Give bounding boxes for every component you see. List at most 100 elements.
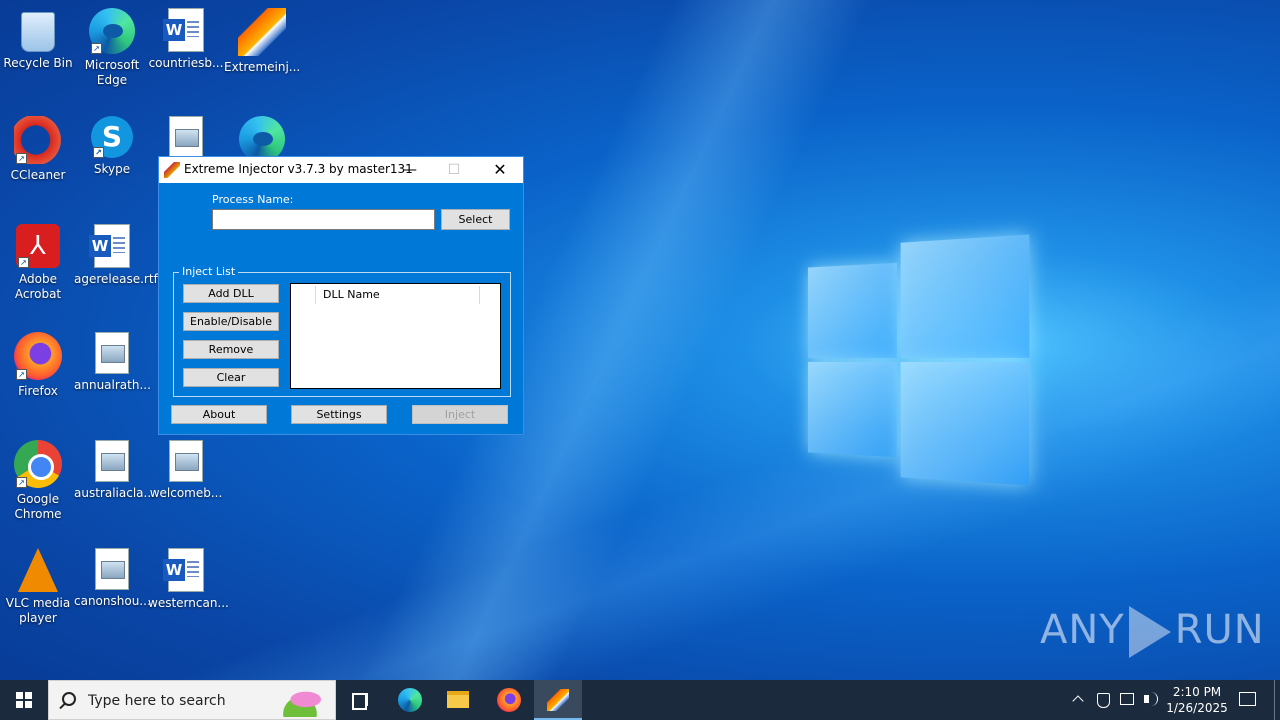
firefox-icon	[497, 688, 521, 712]
taskbar-file-explorer-button[interactable]	[434, 680, 482, 720]
add-dll-button[interactable]: Add DLL	[183, 284, 279, 303]
extreme-injector-icon	[547, 689, 569, 711]
desktop-icon-label: countriesb...	[148, 56, 224, 70]
inject-button[interactable]: Inject	[412, 405, 508, 424]
anyrun-watermark: ANY RUN	[1040, 606, 1265, 658]
dll-name-column-header[interactable]: DLL Name	[323, 288, 380, 301]
show-desktop-button[interactable]	[1274, 680, 1275, 720]
select-process-button[interactable]: Select	[441, 209, 510, 230]
word-document-icon	[89, 224, 130, 268]
desktop-icon-edge[interactable]: ↗ Microsoft Edge	[74, 4, 150, 88]
search-highlight-lotus-icon	[271, 685, 329, 717]
injector-app-icon	[164, 162, 180, 178]
image-document-icon	[95, 332, 129, 374]
desktop-icon-acrobat[interactable]: ⅄ ↗ Adobe Acrobat	[0, 220, 76, 302]
desktop-icon-firefox[interactable]: ↗ Firefox	[0, 328, 76, 399]
skype-icon: S ↗	[91, 116, 133, 158]
process-name-label: Process Name:	[212, 193, 294, 206]
security-tray-icon[interactable]	[1094, 680, 1112, 720]
word-document-icon	[163, 548, 204, 592]
desktop-icon-label: welcomeb...	[149, 486, 223, 500]
desktop-icon-label: CCleaner	[10, 168, 66, 182]
desktop-icon-label: Skype	[93, 162, 131, 176]
image-document-icon	[95, 440, 129, 482]
play-icon	[1128, 606, 1171, 658]
desktop-icon-recycle-bin[interactable]: Recycle Bin	[0, 4, 76, 71]
windows-start-icon	[16, 692, 32, 708]
desktop-icon-chrome[interactable]: ↗ Google Chrome	[0, 436, 76, 522]
word-document-icon	[163, 8, 204, 52]
folder-icon	[447, 691, 469, 708]
edge-icon	[398, 688, 422, 712]
about-button[interactable]: About	[171, 405, 267, 424]
title-bar[interactable]: Extreme Injector v3.7.3 by master131 — ☐…	[159, 157, 523, 183]
process-name-input[interactable]	[212, 209, 435, 230]
taskbar-extreme-injector-button[interactable]	[534, 680, 582, 720]
desktop-icon-label: westerncan...	[148, 596, 229, 610]
desktop-icon-label: Firefox	[18, 384, 58, 398]
taskbar-edge-button[interactable]	[386, 680, 434, 720]
edge-icon: ↗	[89, 8, 135, 54]
search-icon	[62, 692, 76, 706]
network-icon[interactable]	[1118, 680, 1136, 720]
minimize-button[interactable]: —	[387, 157, 433, 183]
desktop-icon-ccleaner[interactable]: ↗ CCleaner	[0, 112, 76, 183]
clock-time: 2:10 PM	[1172, 685, 1222, 699]
desktop-icon-label: canonshou...	[74, 594, 151, 608]
windows-logo-wallpaper	[807, 234, 1030, 486]
watermark-text-left: ANY	[1040, 607, 1125, 653]
desktop-icon-westerncan[interactable]: westerncan...	[148, 544, 229, 611]
desktop-icon-partial-doc[interactable]	[148, 112, 224, 162]
dll-list-header: DLL Name	[291, 284, 500, 306]
firefox-icon: ↗	[14, 332, 62, 380]
desktop-icon-label: annualrath...	[74, 378, 151, 392]
ccleaner-icon: ↗	[14, 116, 62, 164]
extreme-injector-icon	[238, 8, 286, 56]
taskbar: Type here to search 2:10 PM 1/26/2025	[0, 680, 1280, 720]
settings-button[interactable]: Settings	[291, 405, 387, 424]
show-hidden-icons-chevron-icon[interactable]	[1070, 680, 1088, 720]
desktop-icon-welcomeb[interactable]: welcomeb...	[148, 436, 224, 501]
desktop-icon-label: agerelease.rtf	[74, 272, 158, 286]
taskbar-firefox-button[interactable]	[484, 680, 532, 720]
injector-window: Extreme Injector v3.7.3 by master131 — ☐…	[158, 156, 524, 435]
desktop-icon-australiacla[interactable]: australiacla...	[74, 436, 155, 501]
watermark-text-right: RUN	[1174, 607, 1265, 653]
desktop-icon-label: Google Chrome	[14, 492, 62, 521]
acrobat-icon: ⅄ ↗	[16, 224, 60, 268]
inject-list-label: Inject List	[179, 265, 239, 278]
desktop-icon-annualrath[interactable]: annualrath...	[74, 328, 151, 393]
notification-center-icon[interactable]	[1234, 680, 1262, 720]
desktop-icon-countries-doc[interactable]: countriesb...	[148, 4, 224, 71]
desktop-icon-label: VLC media player	[5, 596, 71, 625]
dll-list[interactable]: DLL Name	[290, 283, 501, 389]
maximize-button[interactable]: ☐	[431, 157, 477, 183]
clear-button[interactable]: Clear	[183, 368, 279, 387]
chrome-icon: ↗	[14, 440, 62, 488]
desktop-icon-label: Adobe Acrobat	[14, 272, 62, 301]
window-title: Extreme Injector v3.7.3 by master131	[184, 162, 413, 176]
desktop-icon-skype[interactable]: S ↗ Skype	[74, 112, 150, 177]
taskbar-search-box[interactable]: Type here to search	[48, 680, 336, 720]
desktop-icon-label: Recycle Bin	[3, 56, 73, 70]
volume-icon[interactable]	[1142, 680, 1160, 720]
image-document-icon	[95, 548, 129, 590]
task-view-button[interactable]	[336, 680, 384, 720]
desktop-icon-label: australiacla...	[74, 486, 155, 500]
taskbar-clock[interactable]: 2:10 PM 1/26/2025	[1164, 684, 1230, 716]
start-button[interactable]	[0, 680, 48, 720]
desktop-icon-agerelease[interactable]: agerelease.rtf	[74, 220, 158, 287]
desktop-icon-label: Microsoft Edge	[84, 58, 140, 87]
vlc-icon	[18, 548, 58, 592]
desktop-icon-label: Extremeinj...	[224, 60, 301, 74]
search-placeholder: Type here to search	[88, 693, 226, 709]
remove-button[interactable]: Remove	[183, 340, 279, 359]
clock-date: 1/26/2025	[1166, 701, 1228, 715]
recycle-bin-icon	[21, 12, 55, 52]
desktop-icon-vlc[interactable]: VLC media player	[0, 544, 76, 626]
enable-disable-button[interactable]: Enable/Disable	[183, 312, 279, 331]
image-document-icon	[169, 440, 203, 482]
close-button[interactable]: ✕	[477, 157, 523, 183]
desktop-icon-extreme-injector[interactable]: Extremeinj...	[224, 4, 300, 75]
desktop-icon-canonshou[interactable]: canonshou...	[74, 544, 151, 609]
